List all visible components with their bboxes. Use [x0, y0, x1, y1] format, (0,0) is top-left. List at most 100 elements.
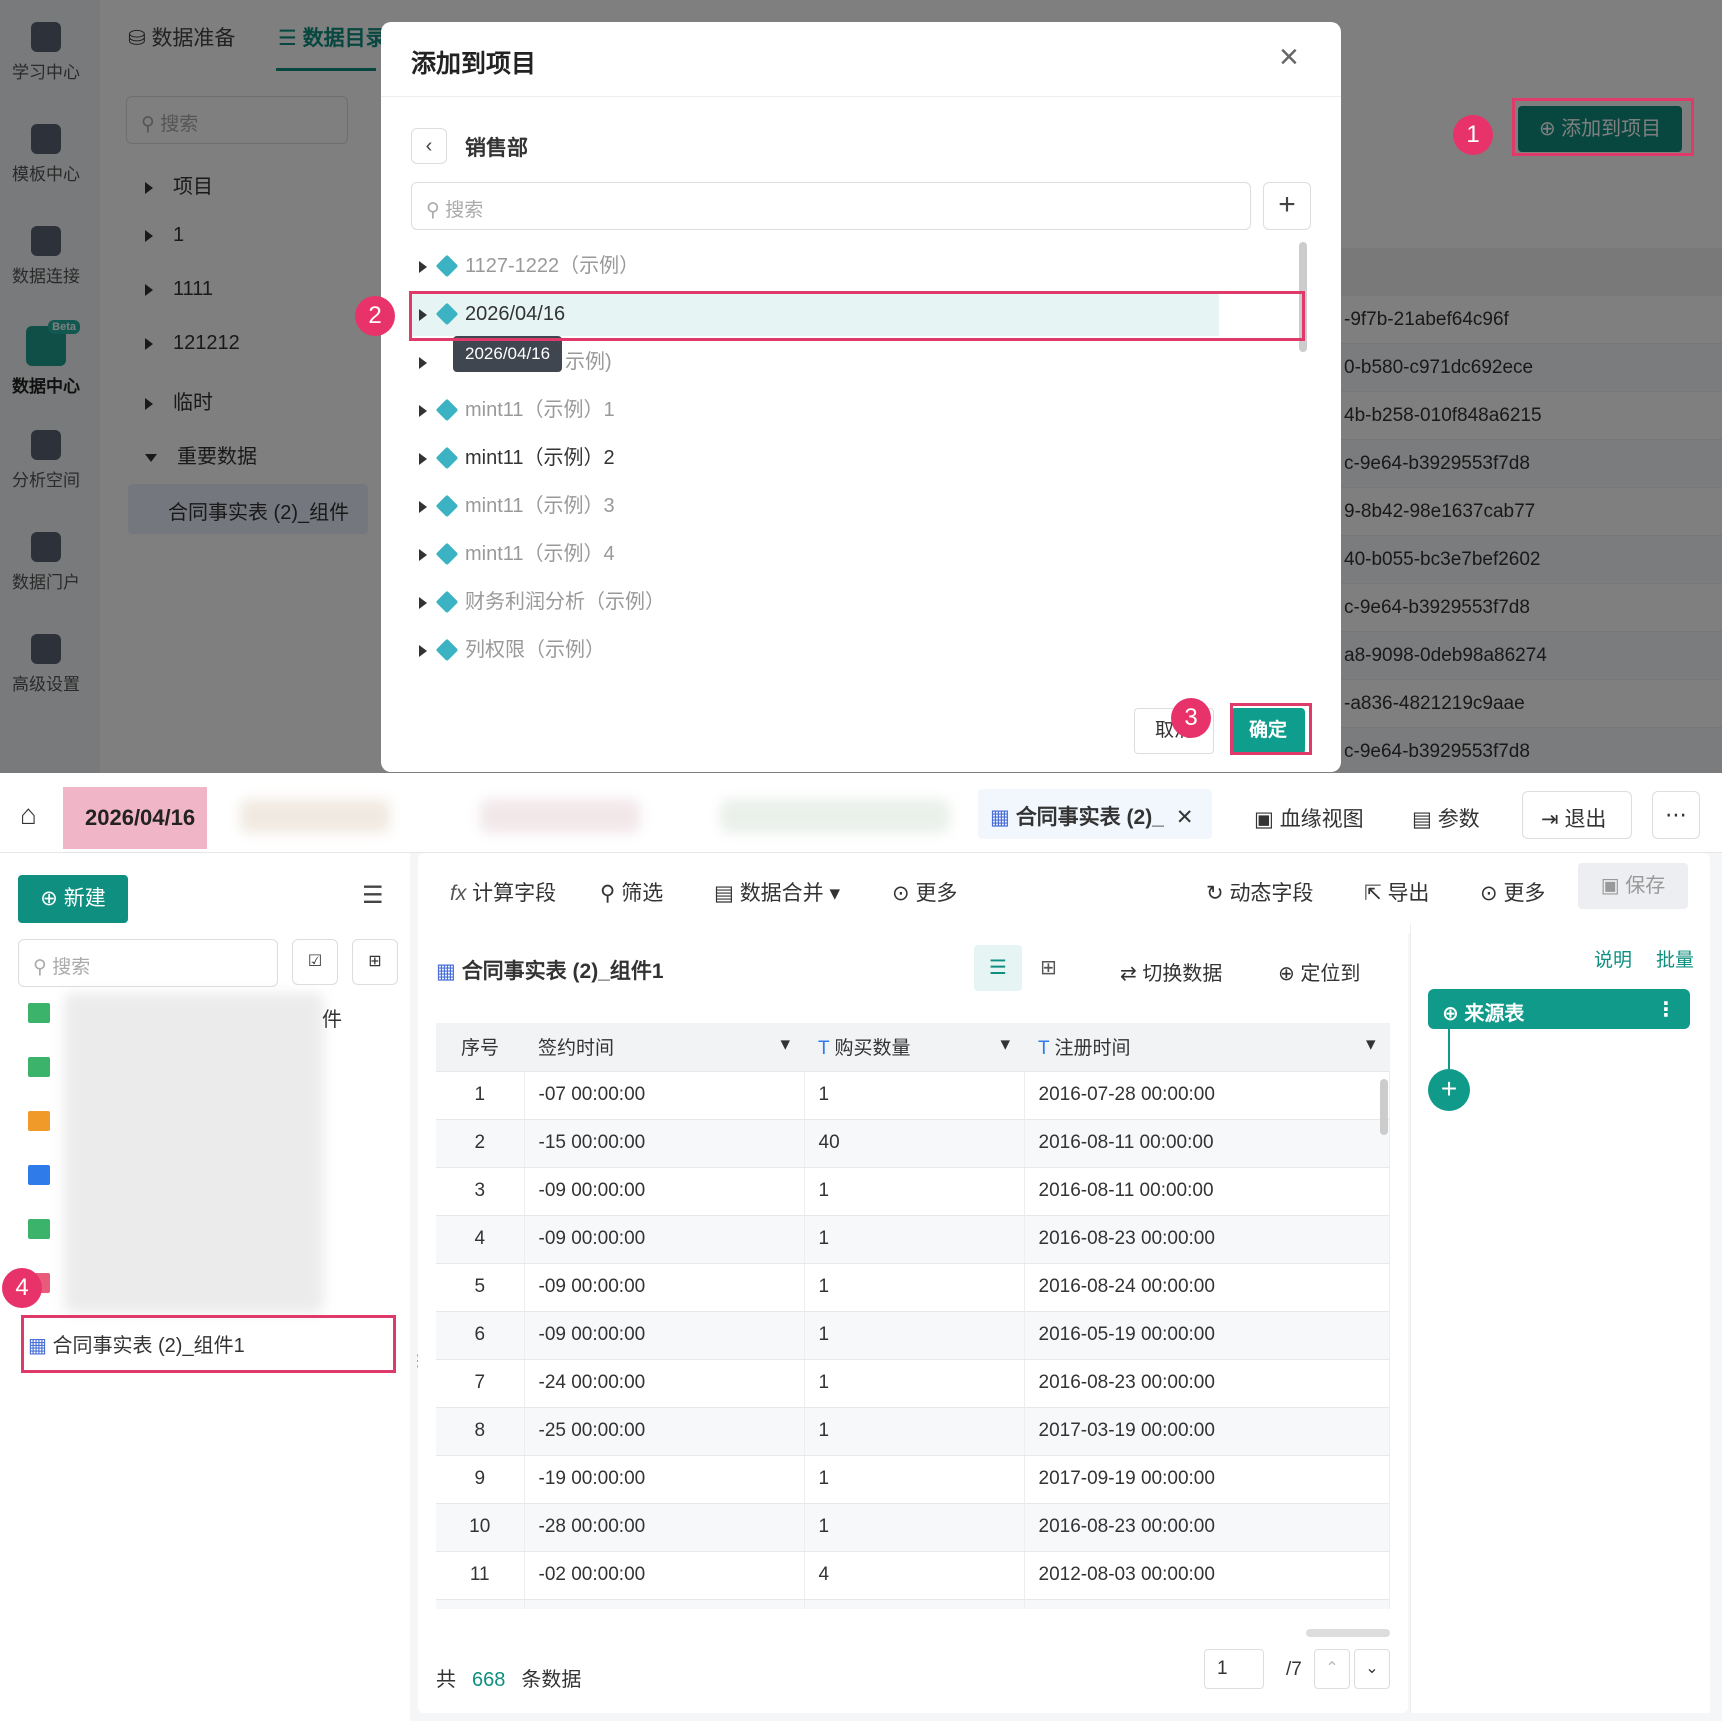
table-cell: 1	[804, 1071, 1025, 1120]
grid-view-icon[interactable]: ⊞	[1040, 955, 1057, 980]
table-cell: 3	[436, 1167, 525, 1216]
close-icon[interactable]: ✕	[1176, 806, 1194, 829]
dropdown-icon[interactable]: ▾	[780, 1033, 790, 1056]
exit-button[interactable]: ⇥ 退出	[1522, 791, 1632, 839]
project-row[interactable]: 1127-1222（示例）	[419, 244, 1189, 288]
highlight-box-1	[1512, 98, 1694, 156]
project-row[interactable]: mint11（示例）2	[419, 436, 1189, 480]
dialog-search-input[interactable]: ⚲ 搜索	[411, 182, 1251, 230]
table-row[interactable]: 4 -09 00:00:00 1 2016-08-23 00:00:00	[436, 1215, 1390, 1264]
multi-select-icon[interactable]: ☑	[292, 939, 338, 985]
col-header-quantity[interactable]: T 购买数量 ▾	[804, 1023, 1024, 1072]
dropdown-icon[interactable]: ▾	[1000, 1033, 1010, 1056]
table-cell: 1	[804, 1359, 1025, 1408]
table-cell: 2016-08-11 00:00:00	[1024, 1167, 1390, 1216]
add-folder-button[interactable]: +	[1263, 182, 1311, 230]
chart-file-icon	[28, 1111, 50, 1131]
dynamic-field-button[interactable]: ↻ 动态字段	[1206, 877, 1313, 907]
col-header-sign-time[interactable]: 签约时间 ▾	[524, 1023, 804, 1072]
explain-link[interactable]: 说明	[1594, 945, 1632, 972]
batch-link[interactable]: 批量	[1656, 945, 1694, 972]
table-row[interactable]: 9 -19 00:00:00 1 2017-09-19 00:00:00	[436, 1455, 1390, 1504]
prev-page-icon[interactable]: ⌃	[1314, 1649, 1350, 1689]
table-cell: -09 00:00:00	[524, 1311, 805, 1360]
table-cell: 2016-08-23 00:00:00	[1024, 1503, 1390, 1552]
more-icon: ⊙	[1480, 882, 1504, 905]
blurred-file-list[interactable]	[64, 993, 324, 1313]
expand-icon	[419, 644, 427, 657]
filter-button[interactable]: ⚲ 筛选	[600, 877, 663, 907]
calc-field-button[interactable]: fx 计算字段	[450, 877, 556, 907]
project-icon	[435, 398, 459, 422]
next-page-icon[interactable]: ⌄	[1354, 1649, 1390, 1689]
table-cell: 12	[436, 1599, 525, 1609]
more-button-2[interactable]: ⊙ 更多	[1480, 877, 1545, 907]
project-tab[interactable]: 2026/04/16	[63, 787, 207, 849]
project-row[interactable]: mint11（示例）1	[419, 388, 1189, 432]
table-row[interactable]: 11 -02 00:00:00 4 2012-08-03 00:00:00	[436, 1551, 1390, 1600]
active-file-tab[interactable]: ▦ 合同事实表 (2)_ ✕	[978, 789, 1212, 839]
project-row[interactable]: 列权限（示例）	[419, 628, 1189, 672]
table-cell: 2016-08-23 00:00:00	[1024, 1215, 1390, 1264]
table-row[interactable]: 2 -15 00:00:00 40 2016-08-11 00:00:00	[436, 1119, 1390, 1168]
lineage-button[interactable]: ▣ 血缘视图	[1254, 803, 1364, 833]
table-cell: -09 00:00:00	[524, 1215, 805, 1264]
blurred-tab[interactable]	[480, 799, 640, 833]
horizontal-scrollbar[interactable]	[1306, 1629, 1390, 1637]
table-row[interactable]: 12-30 00:00:0012016-08-11 00:00:00	[436, 1599, 1390, 1609]
table-cell: 2016-08-11 00:00:00	[1024, 1599, 1390, 1609]
save-button[interactable]: ▣ 保存	[1578, 863, 1688, 909]
project-icon	[435, 254, 459, 278]
step-badge-3: 3	[1171, 698, 1211, 738]
more-icon[interactable]: ⋯	[1652, 791, 1700, 839]
close-icon[interactable]: ×	[1279, 38, 1299, 77]
blurred-tab[interactable]	[720, 799, 950, 833]
table-row[interactable]: 1 -07 00:00:00 1 2016-07-28 00:00:00	[436, 1071, 1390, 1120]
project-row[interactable]: 财务利润分析（示例）	[419, 580, 1189, 624]
kebab-icon[interactable]: ⋮	[1656, 997, 1676, 1022]
filter-icon: ⚲	[600, 882, 622, 905]
add-node-icon[interactable]: +	[1428, 1069, 1470, 1111]
export-button[interactable]: ⇱ 导出	[1364, 877, 1429, 907]
table-row[interactable]: 7 -24 00:00:00 1 2016-08-23 00:00:00	[436, 1359, 1390, 1408]
locate-button[interactable]: ⊕ 定位到	[1278, 957, 1360, 986]
table-row[interactable]: 3 -09 00:00:00 1 2016-08-11 00:00:00	[436, 1167, 1390, 1216]
dynamic-icon: ↻	[1206, 882, 1230, 905]
more-button[interactable]: ⊙ 更多	[892, 877, 957, 907]
new-folder-icon[interactable]: ⊞	[352, 939, 398, 985]
table-row[interactable]: 8 -25 00:00:00 1 2017-03-19 00:00:00	[436, 1407, 1390, 1456]
blurred-tab[interactable]	[240, 799, 390, 833]
table-row[interactable]: 6 -09 00:00:00 1 2016-05-19 00:00:00	[436, 1311, 1390, 1360]
dropdown-icon[interactable]: ▾	[1366, 1033, 1376, 1056]
project-icon	[435, 590, 459, 614]
target-icon: ⊕	[1442, 1003, 1465, 1025]
table-row[interactable]: 5 -09 00:00:00 1 2016-08-24 00:00:00	[436, 1263, 1390, 1312]
switch-data-button[interactable]: ⇄ 切换数据	[1120, 957, 1222, 986]
merge-button[interactable]: ▤ 数据合并 ▾	[714, 877, 840, 907]
search-icon: ⚲	[426, 200, 446, 221]
row-view-icon[interactable]: ☰	[974, 945, 1022, 991]
params-button[interactable]: ▤ 参数	[1412, 803, 1480, 833]
source-table-node[interactable]: ⊕ 来源表 ⋮	[1428, 989, 1690, 1029]
divider	[381, 96, 1341, 97]
sheet-icon	[28, 1003, 50, 1023]
table-row[interactable]: 10 -28 00:00:00 1 2016-08-23 00:00:00	[436, 1503, 1390, 1552]
page-input[interactable]: 1	[1204, 1649, 1264, 1689]
back-icon[interactable]: ‹	[411, 128, 447, 164]
project-row[interactable]: mint11（示例）3	[419, 484, 1189, 528]
table-cell: 2012-08-03 00:00:00	[1024, 1551, 1390, 1600]
project-icon	[435, 446, 459, 470]
collapse-sidebar-icon[interactable]: ☰	[362, 881, 384, 910]
sidebar-search-input[interactable]: ⚲ 搜索	[18, 939, 278, 987]
table-scrollbar[interactable]	[1380, 1079, 1388, 1135]
home-icon[interactable]: ⌂	[20, 799, 37, 831]
col-header-register-time[interactable]: T 注册时间 ▾	[1024, 1023, 1390, 1072]
new-button[interactable]: ⊕ 新建	[18, 875, 128, 923]
exit-icon: ⇥	[1541, 808, 1565, 831]
flow-panel	[1410, 923, 1710, 1713]
plus-circle-icon: ⊕	[40, 887, 64, 910]
table-cell: 1	[804, 1263, 1025, 1312]
project-row[interactable]: mint11（示例）4	[419, 532, 1189, 576]
table-cell: 2017-09-19 00:00:00	[1024, 1455, 1390, 1504]
table-cell: 7	[436, 1359, 525, 1408]
